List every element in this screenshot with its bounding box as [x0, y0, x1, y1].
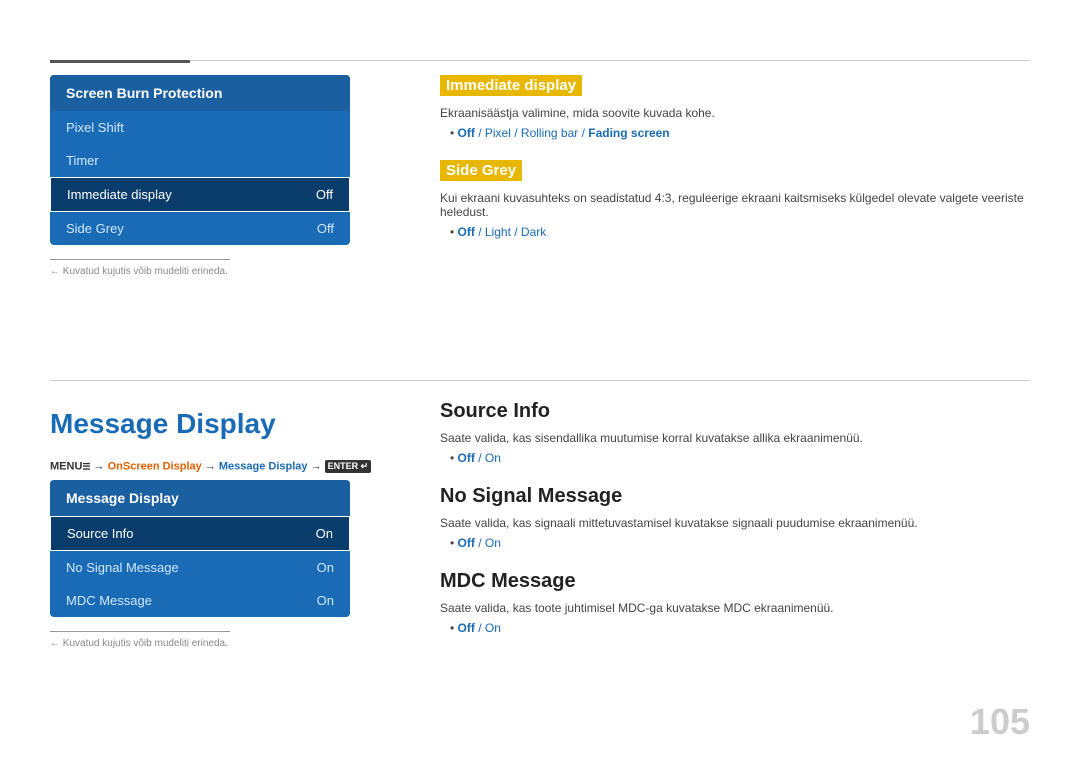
- page-number: 105: [970, 701, 1030, 743]
- menu-item-source-info[interactable]: Source Info On: [50, 516, 350, 551]
- nav-enter: ENTER ↵: [325, 460, 372, 473]
- menu-item-value: Off: [316, 187, 333, 202]
- menu-item-label: No Signal Message: [66, 560, 179, 575]
- source-info-desc: Saate valida, kas sisendallika muutumise…: [440, 431, 1030, 445]
- menu-item-label: Side Grey: [66, 221, 124, 236]
- menu-item-label: MDC Message: [66, 593, 152, 608]
- option-item: Off / Pixel / Rolling bar / Fading scree…: [450, 126, 1030, 140]
- option-item: Off / On: [450, 451, 1030, 465]
- no-signal-title: No Signal Message: [440, 485, 1030, 508]
- immediate-display-title: Immediate display: [440, 75, 582, 96]
- no-signal-desc: Saate valida, kas signaali mittetuvastam…: [440, 516, 1030, 530]
- menu-item-value: Off: [317, 221, 334, 236]
- menu-label: MENU: [50, 460, 82, 472]
- side-grey-title: Side Grey: [440, 160, 522, 181]
- source-info-options: Off / On: [440, 451, 1030, 465]
- menu-item-immediate-display[interactable]: Immediate display Off: [50, 177, 350, 212]
- menu-item-label: Source Info: [67, 526, 134, 541]
- screen-burn-menu: Screen Burn Protection Pixel Shift Timer…: [50, 75, 350, 245]
- nav-message-display: Message Display: [219, 460, 308, 472]
- mdc-message-section: MDC Message Saate valida, kas toote juht…: [440, 570, 1030, 635]
- left-bottom-panel: Message Display Source Info On No Signal…: [50, 480, 370, 649]
- mdc-message-title: MDC Message: [440, 570, 1030, 593]
- immediate-display-section: Immediate display Ekraanisäästja valimin…: [440, 75, 1030, 140]
- message-display-menu: Message Display Source Info On No Signal…: [50, 480, 350, 617]
- menu-item-timer[interactable]: Timer: [50, 144, 350, 177]
- right-col-top: Immediate display Ekraanisäästja valimin…: [440, 75, 1030, 259]
- screen-burn-title: Screen Burn Protection: [50, 75, 350, 111]
- no-signal-options: Off / On: [440, 536, 1030, 550]
- menu-item-label: Pixel Shift: [66, 120, 124, 135]
- note-divider-bottom: [50, 631, 230, 632]
- mid-rule: [50, 380, 1030, 381]
- menu-item-value: On: [317, 593, 334, 608]
- mdc-message-desc: Saate valida, kas toote juhtimisel MDC-g…: [440, 601, 1030, 615]
- source-info-section: Source Info Saate valida, kas sisendalli…: [440, 400, 1030, 465]
- menu-item-no-signal[interactable]: No Signal Message On: [50, 551, 350, 584]
- message-display-heading: Message Display: [50, 408, 276, 440]
- note-divider: [50, 259, 230, 260]
- immediate-display-options: Off / Pixel / Rolling bar / Fading scree…: [440, 126, 1030, 140]
- side-grey-section: Side Grey Kui ekraani kuvasuhteks on sea…: [440, 160, 1030, 239]
- menu-item-side-grey[interactable]: Side Grey Off: [50, 212, 350, 245]
- side-grey-desc: Kui ekraani kuvasuhteks on seadistatud 4…: [440, 191, 1030, 219]
- immediate-display-desc: Ekraanisäästja valimine, mida soovite ku…: [440, 106, 1030, 120]
- menu-item-mdc-message[interactable]: MDC Message On: [50, 584, 350, 617]
- source-info-title: Source Info: [440, 400, 1030, 423]
- menu-item-label: Immediate display: [67, 187, 172, 202]
- side-grey-options: Off / Light / Dark: [440, 225, 1030, 239]
- nav-onscreen: OnScreen Display: [108, 460, 202, 472]
- mdc-message-options: Off / On: [440, 621, 1030, 635]
- option-item: Off / On: [450, 536, 1030, 550]
- top-rule: [50, 60, 1030, 61]
- note-text-bottom: ← Kuvatud kujutis võib mudeliti erineda.: [50, 638, 370, 649]
- message-display-title: Message Display: [50, 480, 350, 516]
- top-rule-accent: [50, 60, 190, 63]
- left-top-panel: Screen Burn Protection Pixel Shift Timer…: [50, 75, 370, 277]
- right-col-bottom: Source Info Saate valida, kas sisendalli…: [440, 400, 1030, 655]
- nav-path: MENU☰ → OnScreen Display → Message Displ…: [50, 460, 371, 473]
- menu-item-label: Timer: [66, 153, 99, 168]
- menu-item-pixel-shift[interactable]: Pixel Shift: [50, 111, 350, 144]
- option-item: Off / On: [450, 621, 1030, 635]
- menu-icon: ☰: [82, 461, 90, 471]
- no-signal-section: No Signal Message Saate valida, kas sign…: [440, 485, 1030, 550]
- option-item: Off / Light / Dark: [450, 225, 1030, 239]
- menu-item-value: On: [317, 560, 334, 575]
- note-text-top: ← Kuvatud kujutis võib mudeliti erineda.: [50, 266, 370, 277]
- menu-item-value: On: [316, 526, 333, 541]
